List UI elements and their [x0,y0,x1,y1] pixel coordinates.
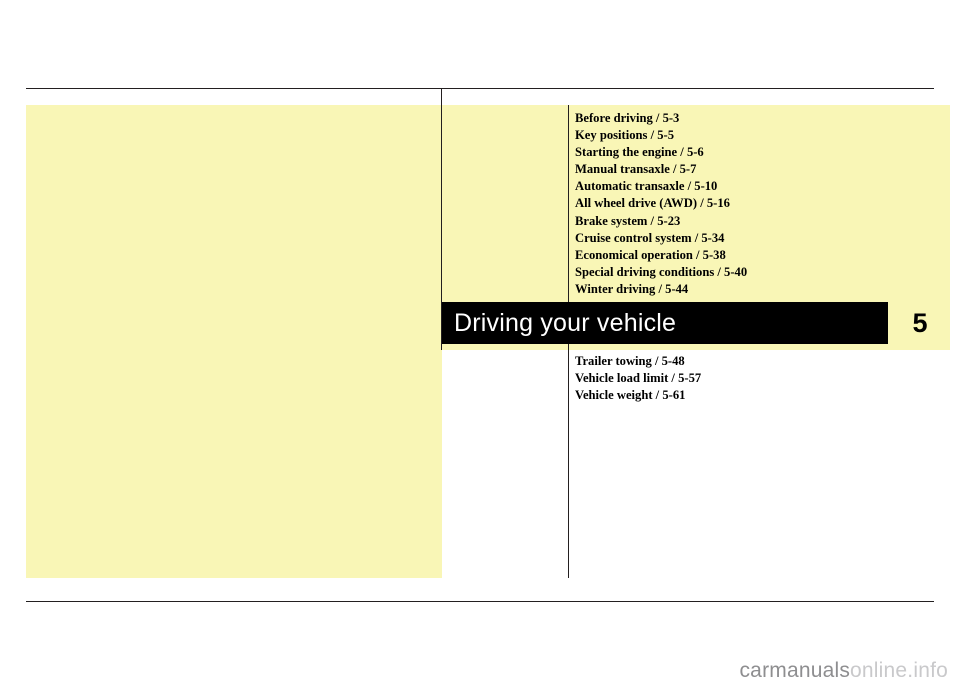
chapter-title: Driving your vehicle [454,308,677,337]
toc-entry: Manual transaxle / 5-7 [575,162,697,177]
toc-entry: Economical operation / 5-38 [575,247,726,262]
toc-entry: Before driving / 5-3 [575,111,680,125]
watermark: carmanualsonline.info [739,659,948,683]
toc-entry: Key positions / 5-5 [575,128,675,143]
left-yellow-panel [26,105,442,578]
toc-entry: Winter driving / 5-44 [575,281,689,296]
toc-entry: Starting the engine / 5-6 [575,145,704,160]
watermark-accent: online.info [850,659,948,682]
chapter-number: 5 [912,307,928,338]
chapter-title-bar: Driving your vehicle [442,302,888,344]
toc-entry: Vehicle weight / 5-61 [575,388,686,403]
toc-list-upper: Before driving / 5-3 Key positions / 5-5… [575,110,935,298]
bottom-rule [26,601,934,602]
top-rule [26,88,934,89]
manual-page: Before driving / 5-3 Key positions / 5-5… [0,0,960,689]
toc-entry: Vehicle load limit / 5-57 [575,371,702,386]
toc-entry: Trailer towing / 5-48 [575,354,685,368]
toc-entry: All wheel drive (AWD) / 5-16 [575,196,730,211]
watermark-main: carmanuals [739,659,851,682]
toc-entry: Automatic transaxle / 5-10 [575,179,718,194]
toc-entry: Cruise control system / 5-34 [575,230,725,245]
toc-list-lower: Trailer towing / 5-48 Vehicle load limit… [575,353,935,404]
toc-entry: Special driving conditions / 5-40 [575,264,748,279]
toc-entry: Brake system / 5-23 [575,213,681,228]
